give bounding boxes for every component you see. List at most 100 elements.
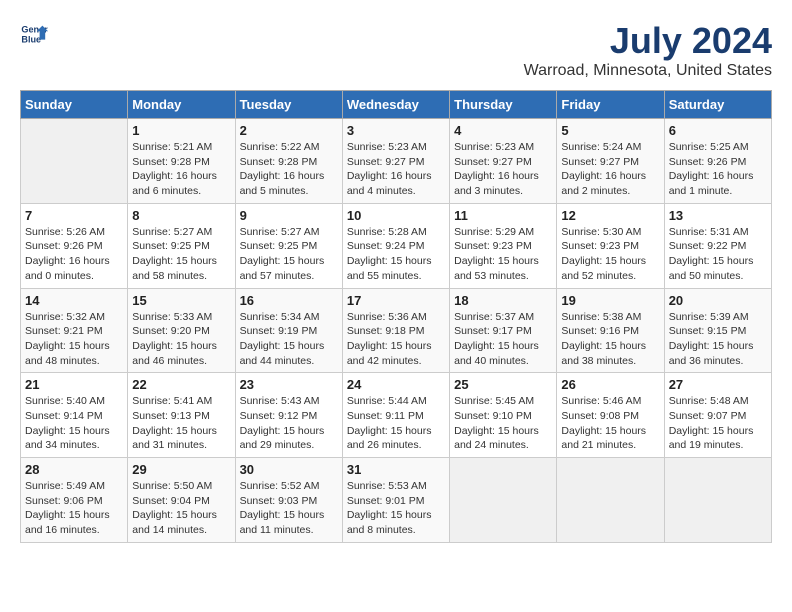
day-number: 9 — [240, 208, 338, 223]
week-row-2: 7 Sunrise: 5:26 AM Sunset: 9:26 PM Daylig… — [21, 203, 772, 288]
day-number: 31 — [347, 462, 445, 477]
weekday-header-monday: Monday — [128, 91, 235, 119]
day-number: 18 — [454, 293, 552, 308]
day-info: Sunrise: 5:49 AM Sunset: 9:06 PM Dayligh… — [25, 479, 123, 538]
calendar-cell: 8 Sunrise: 5:27 AM Sunset: 9:25 PM Daylig… — [128, 203, 235, 288]
day-number: 7 — [25, 208, 123, 223]
day-number: 12 — [561, 208, 659, 223]
weekday-header-friday: Friday — [557, 91, 664, 119]
calendar-cell: 18 Sunrise: 5:37 AM Sunset: 9:17 PM Dayli… — [450, 288, 557, 373]
calendar-body: 1 Sunrise: 5:21 AM Sunset: 9:28 PM Daylig… — [21, 119, 772, 543]
svg-text:Blue: Blue — [21, 34, 41, 44]
day-info: Sunrise: 5:24 AM Sunset: 9:27 PM Dayligh… — [561, 140, 659, 199]
day-number: 17 — [347, 293, 445, 308]
calendar-cell: 14 Sunrise: 5:32 AM Sunset: 9:21 PM Dayli… — [21, 288, 128, 373]
calendar-cell: 2Sunrise: 5:22 AM Sunset: 9:28 PM Daylig… — [235, 119, 342, 204]
day-info: Sunrise: 5:41 AM Sunset: 9:13 PM Dayligh… — [132, 394, 230, 453]
week-row-4: 21Sunrise: 5:40 AM Sunset: 9:14 PM Dayli… — [21, 373, 772, 458]
day-number: 4 — [454, 123, 552, 138]
calendar-cell — [557, 458, 664, 543]
day-number: 1 — [132, 123, 230, 138]
day-number: 30 — [240, 462, 338, 477]
day-info: Sunrise: 5:44 AM Sunset: 9:11 PM Dayligh… — [347, 394, 445, 453]
day-number: 6 — [669, 123, 767, 138]
weekday-header-thursday: Thursday — [450, 91, 557, 119]
calendar-cell — [664, 458, 771, 543]
calendar-table: SundayMondayTuesdayWednesdayThursdayFrid… — [20, 90, 772, 543]
day-number: 27 — [669, 377, 767, 392]
day-info: Sunrise: 5:25 AM Sunset: 9:26 PM Dayligh… — [669, 140, 767, 199]
day-info: Sunrise: 5:21 AM Sunset: 9:28 PM Dayligh… — [132, 140, 230, 199]
day-info: Sunrise: 5:32 AM Sunset: 9:21 PM Dayligh… — [25, 310, 123, 369]
calendar-cell: 16 Sunrise: 5:34 AM Sunset: 9:19 PM Dayli… — [235, 288, 342, 373]
calendar-cell: 22 Sunrise: 5:41 AM Sunset: 9:13 PM Dayli… — [128, 373, 235, 458]
weekday-header-sunday: Sunday — [21, 91, 128, 119]
day-number: 15 — [132, 293, 230, 308]
day-info: Sunrise: 5:23 AM Sunset: 9:27 PM Dayligh… — [454, 140, 552, 199]
day-info: Sunrise: 5:39 AM Sunset: 9:15 PM Dayligh… — [669, 310, 767, 369]
calendar-cell: 9Sunrise: 5:27 AM Sunset: 9:25 PM Daylig… — [235, 203, 342, 288]
day-number: 3 — [347, 123, 445, 138]
calendar-cell: 6 Sunrise: 5:25 AM Sunset: 9:26 PM Daylig… — [664, 119, 771, 204]
day-number: 19 — [561, 293, 659, 308]
calendar-cell: 12 Sunrise: 5:30 AM Sunset: 9:23 PM Dayli… — [557, 203, 664, 288]
day-number: 5 — [561, 123, 659, 138]
calendar-cell: 5 Sunrise: 5:24 AM Sunset: 9:27 PM Daylig… — [557, 119, 664, 204]
title-block: July 2024 Warroad, Minnesota, United Sta… — [524, 20, 772, 80]
day-info: Sunrise: 5:30 AM Sunset: 9:23 PM Dayligh… — [561, 225, 659, 284]
calendar-cell: 26 Sunrise: 5:46 AM Sunset: 9:08 PM Dayli… — [557, 373, 664, 458]
month-title: July 2024 — [524, 20, 772, 62]
day-number: 24 — [347, 377, 445, 392]
calendar-cell: 30 Sunrise: 5:52 AM Sunset: 9:03 PM Dayli… — [235, 458, 342, 543]
day-info: Sunrise: 5:46 AM Sunset: 9:08 PM Dayligh… — [561, 394, 659, 453]
week-row-1: 1 Sunrise: 5:21 AM Sunset: 9:28 PM Daylig… — [21, 119, 772, 204]
day-info: Sunrise: 5:50 AM Sunset: 9:04 PM Dayligh… — [132, 479, 230, 538]
day-number: 11 — [454, 208, 552, 223]
calendar-cell: 11 Sunrise: 5:29 AM Sunset: 9:23 PM Dayli… — [450, 203, 557, 288]
day-info: Sunrise: 5:28 AM Sunset: 9:24 PM Dayligh… — [347, 225, 445, 284]
week-row-3: 14 Sunrise: 5:32 AM Sunset: 9:21 PM Dayli… — [21, 288, 772, 373]
page-header: General Blue July 2024 Warroad, Minnesot… — [20, 20, 772, 80]
day-number: 8 — [132, 208, 230, 223]
day-number: 22 — [132, 377, 230, 392]
calendar-cell: 29Sunrise: 5:50 AM Sunset: 9:04 PM Dayli… — [128, 458, 235, 543]
day-number: 16 — [240, 293, 338, 308]
day-number: 26 — [561, 377, 659, 392]
day-info: Sunrise: 5:27 AM Sunset: 9:25 PM Dayligh… — [132, 225, 230, 284]
day-info: Sunrise: 5:37 AM Sunset: 9:17 PM Dayligh… — [454, 310, 552, 369]
calendar-cell: 21Sunrise: 5:40 AM Sunset: 9:14 PM Dayli… — [21, 373, 128, 458]
day-number: 28 — [25, 462, 123, 477]
day-info: Sunrise: 5:34 AM Sunset: 9:19 PM Dayligh… — [240, 310, 338, 369]
day-number: 13 — [669, 208, 767, 223]
calendar-cell: 23 Sunrise: 5:43 AM Sunset: 9:12 PM Dayli… — [235, 373, 342, 458]
day-info: Sunrise: 5:22 AM Sunset: 9:28 PM Dayligh… — [240, 140, 338, 199]
calendar-cell: 15Sunrise: 5:33 AM Sunset: 9:20 PM Dayli… — [128, 288, 235, 373]
day-number: 10 — [347, 208, 445, 223]
day-number: 14 — [25, 293, 123, 308]
day-info: Sunrise: 5:53 AM Sunset: 9:01 PM Dayligh… — [347, 479, 445, 538]
logo: General Blue — [20, 20, 48, 48]
weekday-header-wednesday: Wednesday — [342, 91, 449, 119]
calendar-cell: 28 Sunrise: 5:49 AM Sunset: 9:06 PM Dayli… — [21, 458, 128, 543]
day-info: Sunrise: 5:26 AM Sunset: 9:26 PM Dayligh… — [25, 225, 123, 284]
day-info: Sunrise: 5:43 AM Sunset: 9:12 PM Dayligh… — [240, 394, 338, 453]
calendar-cell: 4 Sunrise: 5:23 AM Sunset: 9:27 PM Daylig… — [450, 119, 557, 204]
calendar-cell: 10 Sunrise: 5:28 AM Sunset: 9:24 PM Dayli… — [342, 203, 449, 288]
calendar-cell: 1 Sunrise: 5:21 AM Sunset: 9:28 PM Daylig… — [128, 119, 235, 204]
day-info: Sunrise: 5:52 AM Sunset: 9:03 PM Dayligh… — [240, 479, 338, 538]
week-row-5: 28 Sunrise: 5:49 AM Sunset: 9:06 PM Dayli… — [21, 458, 772, 543]
day-info: Sunrise: 5:38 AM Sunset: 9:16 PM Dayligh… — [561, 310, 659, 369]
calendar-cell — [450, 458, 557, 543]
calendar-cell: 25 Sunrise: 5:45 AM Sunset: 9:10 PM Dayli… — [450, 373, 557, 458]
calendar-cell: 20 Sunrise: 5:39 AM Sunset: 9:15 PM Dayli… — [664, 288, 771, 373]
logo-icon: General Blue — [20, 20, 48, 48]
day-info: Sunrise: 5:45 AM Sunset: 9:10 PM Dayligh… — [454, 394, 552, 453]
weekday-header-tuesday: Tuesday — [235, 91, 342, 119]
calendar-cell: 27Sunrise: 5:48 AM Sunset: 9:07 PM Dayli… — [664, 373, 771, 458]
location-title: Warroad, Minnesota, United States — [524, 62, 772, 80]
day-number: 20 — [669, 293, 767, 308]
day-number: 23 — [240, 377, 338, 392]
weekday-header-row: SundayMondayTuesdayWednesdayThursdayFrid… — [21, 91, 772, 119]
day-number: 25 — [454, 377, 552, 392]
day-info: Sunrise: 5:29 AM Sunset: 9:23 PM Dayligh… — [454, 225, 552, 284]
